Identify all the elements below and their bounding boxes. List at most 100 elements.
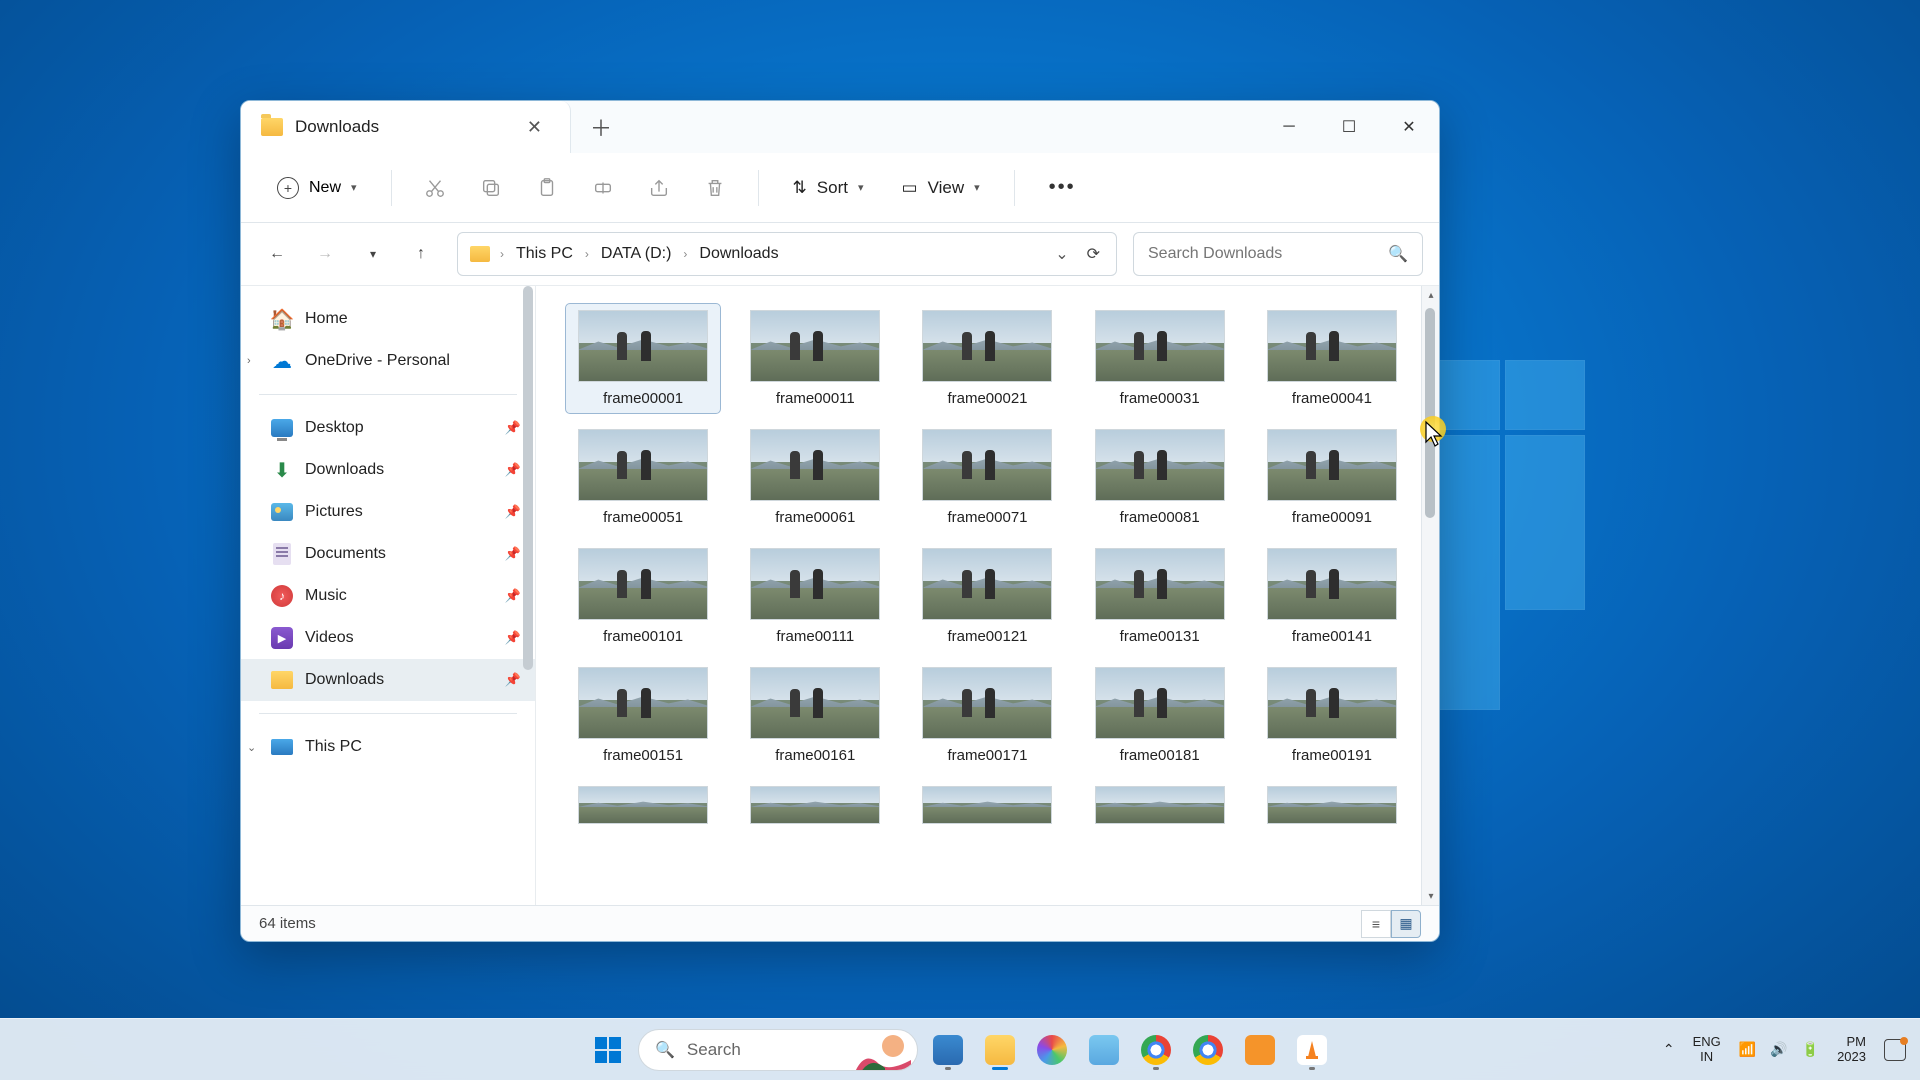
- thumbnails-view-button[interactable]: ▦: [1391, 910, 1421, 938]
- file-item[interactable]: [1255, 780, 1409, 830]
- search-icon[interactable]: 🔍: [1388, 244, 1408, 264]
- file-item[interactable]: frame00021: [910, 304, 1064, 413]
- taskbar-app-notepad[interactable]: [1082, 1028, 1126, 1072]
- sort-icon: ⇅: [793, 178, 807, 198]
- sidebar-item-label: Desktop: [305, 419, 364, 437]
- file-item[interactable]: frame00001: [566, 304, 720, 413]
- file-item[interactable]: frame00051: [566, 423, 720, 532]
- sidebar-item-home[interactable]: 🏠Home: [241, 298, 535, 340]
- more-button[interactable]: •••: [1035, 168, 1090, 207]
- sidebar-item-videos[interactable]: ▶Videos📌: [241, 617, 535, 659]
- minimize-button[interactable]: ─: [1259, 101, 1319, 153]
- language-button[interactable]: ENG IN: [1693, 1035, 1721, 1064]
- sidebar-item-downloads[interactable]: ⬇Downloads📌: [241, 449, 535, 491]
- file-item[interactable]: frame00151: [566, 661, 720, 770]
- file-item[interactable]: [566, 780, 720, 830]
- crumb-downloads[interactable]: Downloads: [697, 241, 780, 267]
- expand-icon[interactable]: ⌄: [247, 741, 256, 754]
- address-dropdown[interactable]: ⌄: [1051, 240, 1072, 268]
- sidebar-item-onedrive-personal[interactable]: ›☁OneDrive - Personal: [241, 340, 535, 382]
- search-box[interactable]: 🔍: [1133, 232, 1423, 276]
- close-button[interactable]: ✕: [1379, 101, 1439, 153]
- expand-icon[interactable]: ›: [247, 355, 251, 367]
- details-view-button[interactable]: ≡: [1361, 910, 1391, 938]
- up-button[interactable]: ↑: [401, 234, 441, 274]
- file-item[interactable]: frame00011: [738, 304, 892, 413]
- refresh-button[interactable]: ⟳: [1083, 240, 1104, 268]
- file-item[interactable]: frame00081: [1083, 423, 1237, 532]
- file-item[interactable]: frame00191: [1255, 661, 1409, 770]
- cut-button[interactable]: [412, 166, 458, 210]
- content-scrollbar[interactable]: ▴ ▾: [1421, 286, 1439, 905]
- file-item[interactable]: frame00141: [1255, 542, 1409, 651]
- new-tab-button[interactable]: ＋: [571, 101, 631, 153]
- address-bar[interactable]: › This PC › DATA (D:) › Downloads ⌄ ⟳: [457, 232, 1117, 276]
- file-item[interactable]: frame00061: [738, 423, 892, 532]
- desktop-icon: [271, 417, 293, 439]
- taskbar-app-paint[interactable]: [1030, 1028, 1074, 1072]
- file-item[interactable]: frame00161: [738, 661, 892, 770]
- tray-overflow-button[interactable]: ⌃: [1663, 1041, 1675, 1058]
- share-button[interactable]: [636, 166, 682, 210]
- tab-close-button[interactable]: ✕: [519, 113, 550, 142]
- scroll-thumb[interactable]: [1425, 308, 1435, 518]
- sidebar-item-music[interactable]: ♪Music📌: [241, 575, 535, 617]
- file-item[interactable]: frame00031: [1083, 304, 1237, 413]
- forward-button[interactable]: →: [305, 234, 345, 274]
- sidebar-item-downloads[interactable]: Downloads📌: [241, 659, 535, 701]
- file-item[interactable]: frame00121: [910, 542, 1064, 651]
- crumb-this-pc[interactable]: This PC: [514, 241, 575, 267]
- toolbar: + New ▾ ⇅ Sort ▾ ▭ View ▾ •••: [241, 153, 1439, 223]
- thumbnail: [750, 667, 880, 739]
- file-item[interactable]: frame00131: [1083, 542, 1237, 651]
- start-button[interactable]: [586, 1028, 630, 1072]
- tab-downloads[interactable]: Downloads ✕: [241, 101, 571, 153]
- file-item[interactable]: frame00091: [1255, 423, 1409, 532]
- scroll-down-button[interactable]: ▾: [1422, 887, 1439, 905]
- delete-button[interactable]: [692, 166, 738, 210]
- sort-button[interactable]: ⇅ Sort ▾: [779, 170, 878, 206]
- notifications-button[interactable]: [1884, 1039, 1906, 1061]
- taskbar-app-vlc[interactable]: [1290, 1028, 1334, 1072]
- item-count: 64 items: [259, 915, 316, 932]
- taskbar-app-taskview[interactable]: [926, 1028, 970, 1072]
- taskbar-app-explorer[interactable]: [978, 1028, 1022, 1072]
- file-item[interactable]: [1083, 780, 1237, 830]
- crumb-data-d[interactable]: DATA (D:): [599, 241, 674, 267]
- rename-button[interactable]: [580, 166, 626, 210]
- taskbar-app-chrome-2[interactable]: [1186, 1028, 1230, 1072]
- taskbar-app-chrome[interactable]: [1134, 1028, 1178, 1072]
- sidebar-scrollbar[interactable]: [521, 286, 535, 905]
- thumbnail: [1095, 548, 1225, 620]
- file-item[interactable]: frame00071: [910, 423, 1064, 532]
- search-input[interactable]: [1148, 245, 1388, 263]
- sidebar-item-documents[interactable]: Documents📌: [241, 533, 535, 575]
- paste-button[interactable]: [524, 166, 570, 210]
- file-item[interactable]: frame00181: [1083, 661, 1237, 770]
- copy-button[interactable]: [468, 166, 514, 210]
- file-item[interactable]: frame00111: [738, 542, 892, 651]
- wifi-icon[interactable]: 📶: [1739, 1041, 1756, 1058]
- back-button[interactable]: ←: [257, 234, 297, 274]
- file-item[interactable]: frame00041: [1255, 304, 1409, 413]
- taskbar-search[interactable]: 🔍 Search: [638, 1029, 918, 1071]
- taskbar-app-orange[interactable]: [1238, 1028, 1282, 1072]
- sidebar-item-desktop[interactable]: Desktop📌: [241, 407, 535, 449]
- sidebar-item-pictures[interactable]: Pictures📌: [241, 491, 535, 533]
- scroll-up-button[interactable]: ▴: [1422, 286, 1439, 304]
- file-item[interactable]: frame00171: [910, 661, 1064, 770]
- recent-dropdown[interactable]: ▾: [353, 234, 393, 274]
- file-item[interactable]: frame00101: [566, 542, 720, 651]
- battery-icon[interactable]: 🔋: [1802, 1041, 1819, 1058]
- pin-icon: 📌: [505, 672, 521, 688]
- clock-button[interactable]: PM 2023: [1837, 1035, 1866, 1064]
- sidebar-item-this-pc[interactable]: ⌄This PC: [241, 726, 535, 768]
- maximize-button[interactable]: ☐: [1319, 101, 1379, 153]
- file-item[interactable]: [910, 780, 1064, 830]
- new-button[interactable]: + New ▾: [263, 169, 371, 207]
- sidebar-item-label: Home: [305, 310, 348, 328]
- volume-icon[interactable]: 🔊: [1770, 1041, 1787, 1058]
- file-item[interactable]: [738, 780, 892, 830]
- view-button[interactable]: ▭ View ▾: [888, 170, 994, 206]
- thumbnail: [1095, 786, 1225, 824]
